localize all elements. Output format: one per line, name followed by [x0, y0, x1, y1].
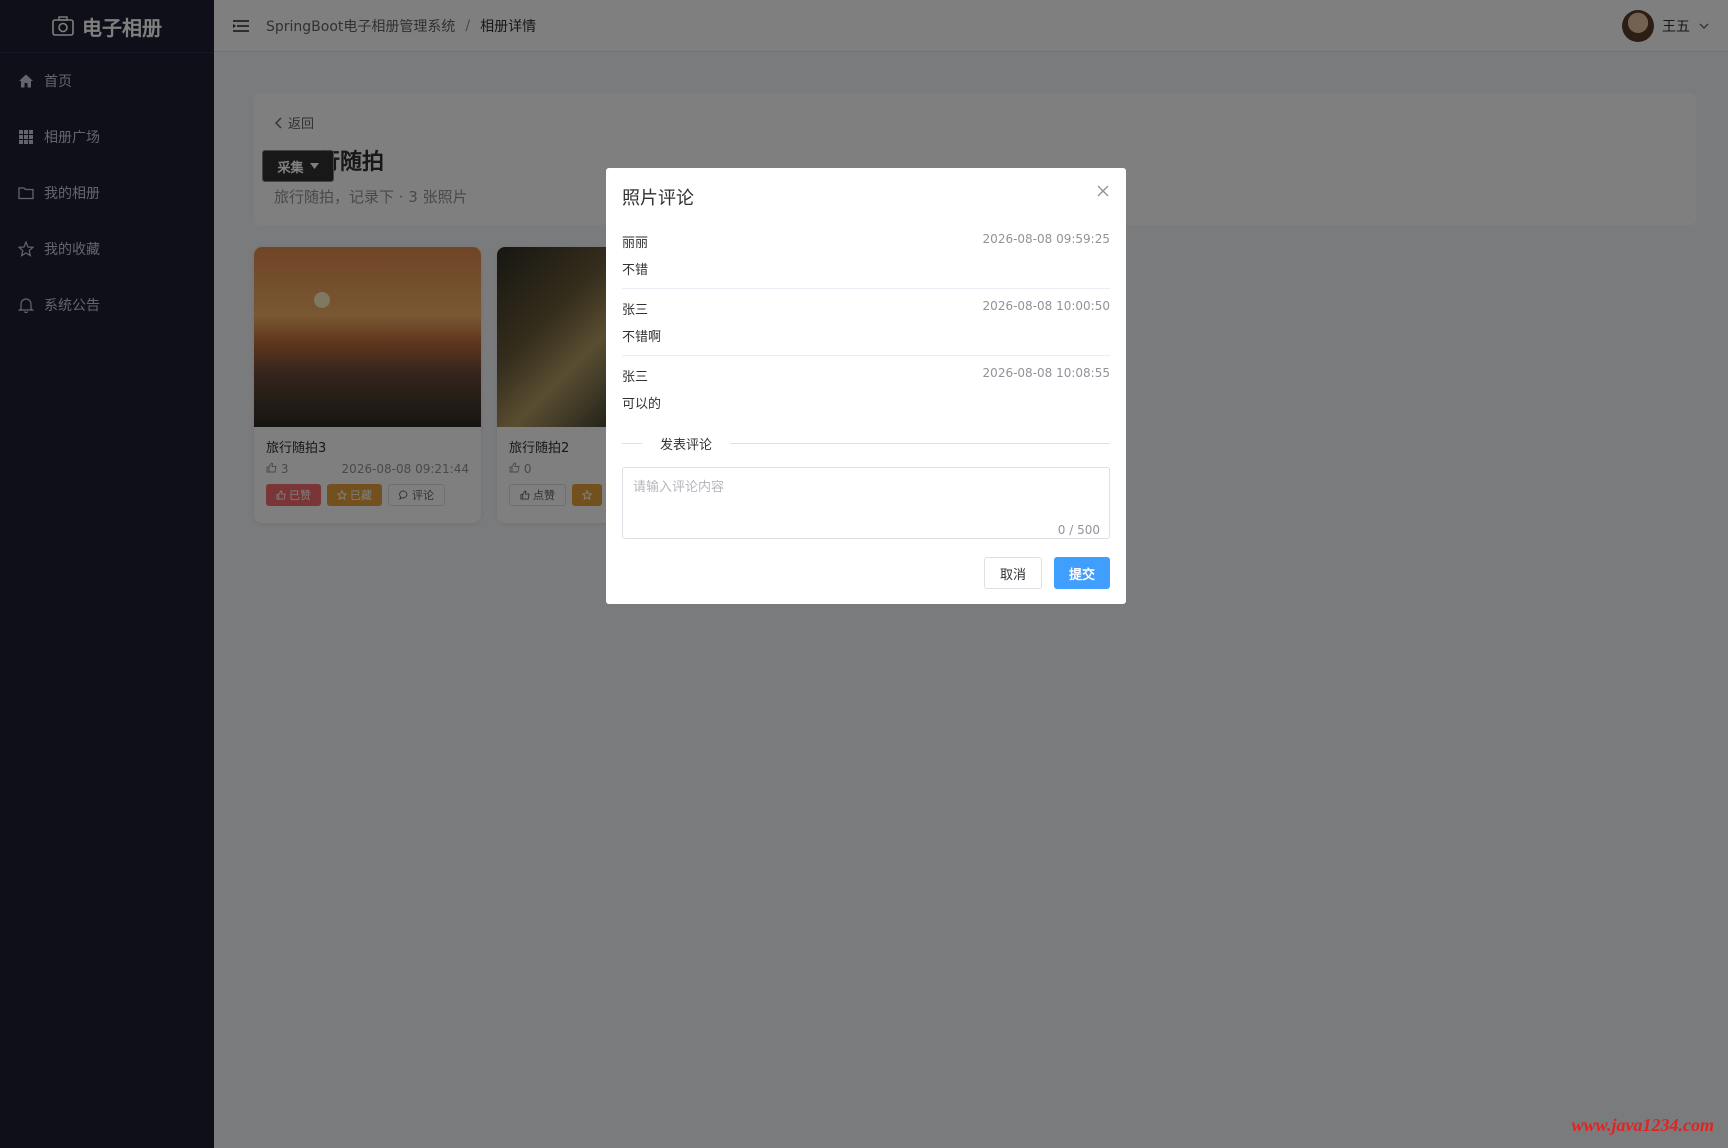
comment-list: 丽丽 2026-08-08 09:59:25 不错 张三 2026-08-08 … [622, 222, 1110, 422]
dialog-title: 照片评论 [622, 188, 694, 209]
cancel-button[interactable]: 取消 [983, 557, 1042, 589]
comment-text: 不错 [622, 263, 649, 278]
comment-item: 丽丽 2026-08-08 09:59:25 不错 [622, 222, 1110, 289]
comment-text: 不错啊 [622, 330, 662, 345]
section-divider: 发表评论 [622, 434, 1110, 453]
comment-user: 张三 [622, 303, 649, 318]
comment-user: 张三 [622, 370, 649, 385]
comment-item: 张三 2026-08-08 10:08:55 可以的 [622, 356, 1110, 422]
comment-item: 张三 2026-08-08 10:00:50 不错啊 [622, 289, 1110, 356]
comment-dialog: 照片评论 丽丽 2026-08-08 09:59:25 不错 张三 2026-0… [606, 168, 1126, 604]
comment-input[interactable] [622, 467, 1110, 539]
comment-time: 2026-08-08 09:59:25 [982, 232, 1110, 246]
comment-text: 可以的 [622, 397, 662, 412]
comment-user: 丽丽 [622, 236, 649, 251]
char-count: 0 / 500 [1057, 523, 1100, 537]
comment-time: 2026-08-08 10:08:55 [982, 366, 1110, 380]
comment-time: 2026-08-08 10:00:50 [982, 299, 1110, 313]
close-icon[interactable] [1096, 184, 1110, 198]
submit-button[interactable]: 提交 [1053, 557, 1110, 589]
watermark: www.java1234.com [1571, 1115, 1714, 1135]
section-label: 发表评论 [660, 438, 713, 453]
